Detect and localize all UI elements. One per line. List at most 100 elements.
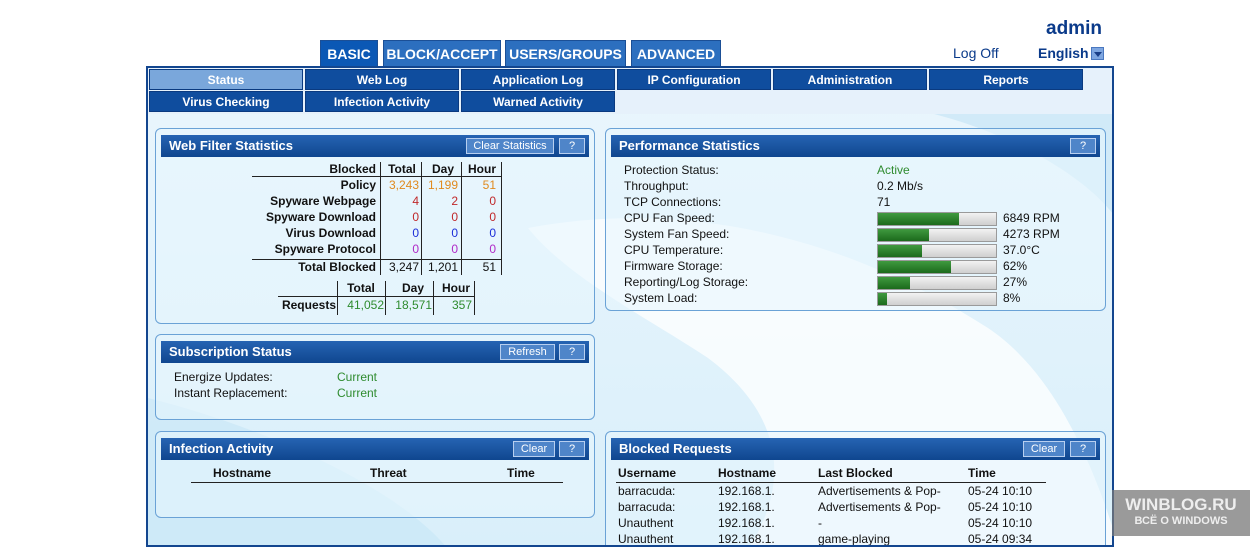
performance-value: Active	[877, 163, 910, 177]
help-button[interactable]: ?	[559, 138, 585, 154]
blocked-panel: Blocked Requests Clear ? Username Hostna…	[605, 431, 1106, 546]
column-header-day: Day	[431, 162, 454, 176]
performance-value: 0.2 Mb/s	[877, 179, 924, 193]
subtab-web-log[interactable]: Web Log	[305, 69, 459, 90]
table-divider	[252, 176, 502, 177]
clear-button[interactable]: Clear	[513, 441, 555, 457]
watermark-subtitle: ВСЁ О WINDOWS	[1134, 515, 1228, 527]
stat-hour: 0	[489, 194, 496, 208]
table-divider	[380, 162, 381, 275]
progress-fill	[878, 277, 910, 289]
column-header-hour: Hour	[468, 162, 496, 176]
total-blocked-label: Total Blocked	[298, 260, 376, 274]
row-label: Spyware Protocol	[274, 242, 376, 256]
cell-hostname: 192.168.1.	[718, 484, 775, 498]
cell-username: Unauthent	[618, 516, 674, 530]
requests-label: Requests	[281, 298, 336, 312]
tab-users-groups[interactable]: USERS/GROUPS	[505, 40, 626, 67]
cell-time: 05-24 10:10	[968, 500, 1033, 514]
row-label: Spyware Download	[265, 210, 376, 224]
cell-hostname: 192.168.1.	[718, 500, 775, 514]
stat-day: 2	[451, 194, 458, 208]
main-frame: Status Web Log Application Log IP Config…	[146, 66, 1114, 547]
tab-block-accept[interactable]: BLOCK/ACCEPT	[383, 40, 501, 67]
subtab-virus-checking[interactable]: Virus Checking	[149, 91, 303, 112]
performance-label: Protection Status:	[624, 163, 719, 177]
web-filter-panel: Web Filter Statistics Clear Statistics ?…	[155, 128, 595, 324]
performance-value: 37.0°C	[1003, 243, 1040, 257]
stat-day: 0	[451, 210, 458, 224]
performance-label: TCP Connections:	[624, 195, 722, 209]
progress-bar	[877, 244, 997, 258]
table-divider	[337, 281, 338, 315]
progress-bar	[877, 212, 997, 226]
cell-time: 05-24 09:34	[968, 532, 1033, 546]
help-button[interactable]: ?	[559, 441, 585, 457]
infection-title: Infection Activity	[169, 441, 274, 456]
infection-panel: Infection Activity Clear ? Hostname Thre…	[155, 431, 595, 518]
progress-bar	[877, 260, 997, 274]
subtab-reports[interactable]: Reports	[929, 69, 1083, 90]
total-blocked-total: 3,247	[388, 260, 419, 274]
performance-label: Firmware Storage:	[624, 259, 723, 273]
row-label: Spyware Webpage	[270, 194, 376, 208]
subtab-application-log[interactable]: Application Log	[461, 69, 615, 90]
language-select[interactable]: English	[1038, 45, 1104, 61]
subtab-ip-configuration[interactable]: IP Configuration	[617, 69, 771, 90]
logoff-link[interactable]: Log Off	[953, 45, 999, 61]
blocked-title: Blocked Requests	[619, 441, 732, 456]
subtab-status[interactable]: Status	[149, 69, 303, 90]
clear-button[interactable]: Clear	[1023, 441, 1065, 457]
total-blocked-day: 1,201	[427, 260, 458, 274]
blocked-header: Blocked Requests Clear ?	[611, 438, 1100, 460]
cell-last-blocked: Advertisements & Pop-	[818, 500, 941, 514]
column-header-hostname: Hostname	[718, 466, 777, 480]
table-divider	[433, 281, 434, 315]
subscription-header: Subscription Status Refresh ?	[161, 341, 589, 363]
stat-total: 0	[412, 242, 419, 256]
help-button[interactable]: ?	[559, 344, 585, 360]
table-divider	[501, 162, 502, 275]
cell-last-blocked: -	[818, 516, 822, 530]
cell-username: Unauthent	[618, 532, 674, 546]
header-divider	[616, 482, 1046, 483]
tab-basic[interactable]: BASIC	[320, 40, 378, 67]
web-filter-header: Web Filter Statistics Clear Statistics ?	[161, 135, 589, 157]
tab-advanced[interactable]: ADVANCED	[631, 40, 721, 67]
performance-value: 4273 RPM	[1003, 227, 1060, 241]
column-header-total: Total	[347, 281, 375, 295]
subtab-administration[interactable]: Administration	[773, 69, 927, 90]
column-header-last-blocked: Last Blocked	[818, 466, 893, 480]
chevron-down-icon[interactable]	[1090, 47, 1104, 60]
stat-hour: 51	[482, 178, 496, 192]
subtab-infection-activity[interactable]: Infection Activity	[305, 91, 459, 112]
performance-value: 27%	[1003, 275, 1028, 289]
cell-time: 05-24 10:10	[968, 516, 1033, 530]
clear-statistics-button[interactable]: Clear Statistics	[466, 138, 554, 154]
stat-hour: 0	[489, 226, 496, 240]
help-button[interactable]: ?	[1070, 441, 1096, 457]
cell-hostname: 192.168.1.	[718, 532, 775, 546]
infection-header: Infection Activity Clear ?	[161, 438, 589, 460]
subscription-value: Current	[337, 370, 378, 384]
table-divider	[474, 281, 475, 315]
column-header-threat: Threat	[370, 466, 407, 480]
stat-day: 0	[451, 242, 458, 256]
help-button[interactable]: ?	[1070, 138, 1096, 154]
progress-fill	[878, 245, 922, 257]
stat-total: 0	[412, 226, 419, 240]
stat-day: 1,199	[427, 178, 458, 192]
progress-fill	[878, 213, 959, 225]
watermark: WINBLOG.RU ВСЁ О WINDOWS	[1112, 490, 1250, 536]
refresh-button[interactable]: Refresh	[500, 344, 555, 360]
subscription-title: Subscription Status	[169, 344, 292, 359]
performance-label: System Fan Speed:	[624, 227, 730, 241]
user-name: admin	[1046, 18, 1102, 39]
subscription-label: Energize Updates:	[174, 370, 273, 384]
subtab-warned-activity[interactable]: Warned Activity	[461, 91, 615, 112]
table-divider	[252, 259, 502, 260]
stat-day: 0	[451, 226, 458, 240]
progress-fill	[878, 293, 887, 305]
row-label: Virus Download	[285, 226, 376, 240]
progress-bar	[877, 292, 997, 306]
